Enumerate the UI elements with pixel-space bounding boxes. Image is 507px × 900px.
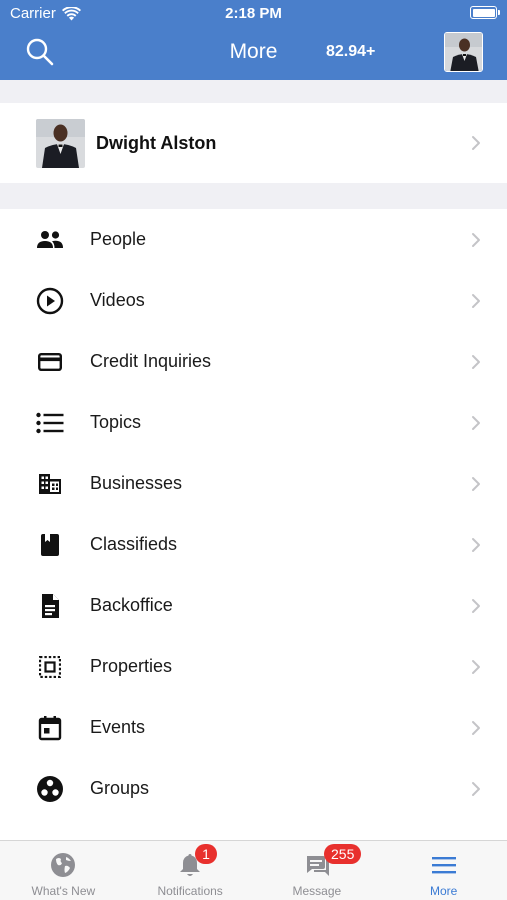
tab-whats-new[interactable]: What's New bbox=[0, 841, 127, 900]
chevron-right-icon bbox=[472, 720, 480, 735]
menu-label: People bbox=[90, 229, 147, 249]
menu-item-credit-inquiries[interactable]: Credit Inquiries bbox=[0, 331, 507, 392]
menu-label: Backoffice bbox=[90, 595, 173, 615]
header: Carrier 2:18 PM More 82.94+ bbox=[0, 0, 507, 80]
menu-label: Videos bbox=[90, 290, 145, 310]
chevron-right-icon bbox=[472, 232, 480, 247]
globe-icon bbox=[51, 853, 76, 877]
score-label[interactable]: 82.94+ bbox=[326, 43, 375, 61]
menu-label: Topics bbox=[90, 412, 142, 432]
profile-row[interactable]: Dwight Alston bbox=[0, 103, 507, 183]
more-screen: Carrier 2:18 PM More 82.94+ Dwight Alsto… bbox=[0, 0, 507, 900]
chevron-right-icon bbox=[472, 659, 480, 674]
tab-label: Notifications bbox=[157, 884, 223, 898]
tab-message[interactable]: 255 Message bbox=[254, 841, 381, 900]
tab-label: What's New bbox=[31, 884, 96, 898]
battery-icon bbox=[470, 6, 500, 19]
menu-item-classifieds[interactable]: Classifieds bbox=[0, 514, 507, 575]
menu-label: Groups bbox=[90, 778, 150, 798]
book-icon bbox=[35, 530, 65, 560]
groups-icon bbox=[35, 774, 65, 804]
chevron-right-icon bbox=[472, 293, 480, 308]
list-icon bbox=[35, 408, 65, 438]
header-avatar[interactable] bbox=[444, 32, 483, 72]
chevron-right-icon bbox=[472, 537, 480, 552]
section-spacer bbox=[0, 80, 507, 103]
chevron-right-icon bbox=[472, 781, 480, 796]
menu-label: Events bbox=[90, 717, 146, 737]
notification-badge: 1 bbox=[195, 844, 217, 864]
menu-item-events[interactable]: Events bbox=[0, 697, 507, 758]
people-icon bbox=[35, 225, 65, 255]
chevron-right-icon bbox=[472, 136, 480, 150]
profile-name: Dwight Alston bbox=[96, 133, 217, 153]
tab-bar: What's New 1 Notifications 255 Message M… bbox=[0, 840, 507, 900]
menu-list: People Videos Credit Inquiries Topics Bu… bbox=[0, 209, 507, 819]
chevron-right-icon bbox=[472, 415, 480, 430]
menu-icon bbox=[431, 857, 456, 874]
page-title: More bbox=[229, 40, 278, 63]
tab-more[interactable]: More bbox=[380, 841, 507, 900]
menu-item-businesses[interactable]: Businesses bbox=[0, 453, 507, 514]
chevron-right-icon bbox=[472, 354, 480, 369]
menu-item-properties[interactable]: Properties bbox=[0, 636, 507, 697]
menu-label: Businesses bbox=[90, 473, 183, 493]
building-icon bbox=[35, 469, 65, 499]
menu-item-backoffice[interactable]: Backoffice bbox=[0, 575, 507, 636]
calendar-icon bbox=[35, 713, 65, 743]
message-badge: 255 bbox=[324, 844, 362, 864]
menu-item-people[interactable]: People bbox=[0, 209, 507, 270]
tab-label: More bbox=[429, 884, 458, 898]
menu-item-groups[interactable]: Groups bbox=[0, 758, 507, 819]
chevron-right-icon bbox=[472, 598, 480, 613]
chevron-right-icon bbox=[472, 476, 480, 491]
credit-card-icon bbox=[35, 347, 65, 377]
menu-label: Properties bbox=[90, 656, 173, 676]
menu-label: Credit Inquiries bbox=[90, 351, 212, 371]
select-frame-icon bbox=[35, 652, 65, 682]
section-spacer bbox=[0, 183, 507, 209]
status-time: 2:18 PM bbox=[225, 5, 282, 22]
tab-label: Message bbox=[292, 884, 342, 898]
menu-item-topics[interactable]: Topics bbox=[0, 392, 507, 453]
avatar bbox=[36, 119, 85, 168]
menu-item-videos[interactable]: Videos bbox=[0, 270, 507, 331]
play-circle-icon bbox=[35, 286, 65, 316]
tab-notifications[interactable]: 1 Notifications bbox=[127, 841, 254, 900]
menu-label: Classifieds bbox=[90, 534, 178, 554]
document-icon bbox=[35, 591, 65, 621]
